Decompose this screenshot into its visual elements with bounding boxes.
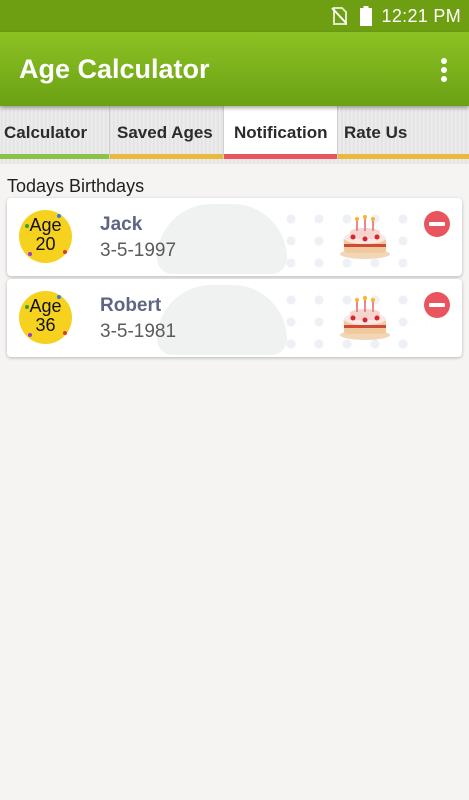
age-value: 36 [35, 315, 56, 335]
clock: 12:21 PM [381, 6, 461, 26]
tab-rate-us[interactable]: Rate Us [338, 106, 469, 159]
age-label: Age [29, 215, 62, 235]
no-sim-icon [331, 7, 347, 25]
age-badge: Age 36 [19, 291, 72, 344]
birthday-cake-icon [340, 296, 390, 340]
tab-label: Calculator [4, 123, 88, 142]
tab-indicator [224, 154, 337, 159]
tab-indicator [338, 154, 469, 159]
tab-saved-ages[interactable]: Saved Ages [110, 106, 224, 159]
age-value: 20 [35, 234, 56, 254]
tab-calculator[interactable]: Calculator [0, 106, 110, 159]
status-bar: 12:21 PM [0, 0, 469, 32]
age-label: Age [29, 296, 62, 316]
age-badge: Age 20 [19, 210, 72, 263]
section-title: Todays Birthdays [7, 176, 145, 196]
app-title: Age Calculator [19, 54, 210, 84]
tab-label: Notification [234, 123, 328, 142]
tab-notification[interactable]: Notification [224, 106, 338, 159]
birthday-cake-icon [340, 215, 390, 259]
person-name: Jack [100, 214, 143, 235]
birth-date: 3-5-1981 [100, 321, 177, 342]
birth-date: 3-5-1997 [100, 240, 177, 261]
battery-icon [360, 6, 372, 26]
remove-icon[interactable] [423, 210, 451, 238]
app-bar: Age Calculator [0, 32, 469, 106]
overflow-menu-icon[interactable] [432, 56, 456, 84]
card-background-art [157, 204, 287, 274]
tab-label: Rate Us [344, 123, 408, 142]
tab-label: Saved Ages [117, 123, 213, 142]
card-background-art [157, 285, 287, 355]
tab-bar: Calculator Saved Ages Notification Rate … [0, 106, 469, 164]
birthday-card[interactable]: Age 20 Jack 3-5-1997 [7, 198, 462, 276]
birthday-card[interactable]: Age 36 Robert 3-5-1981 [7, 279, 462, 357]
person-name: Robert [100, 295, 162, 316]
remove-icon[interactable] [423, 291, 451, 319]
tab-indicator [0, 154, 109, 159]
tab-indicator [110, 154, 223, 159]
